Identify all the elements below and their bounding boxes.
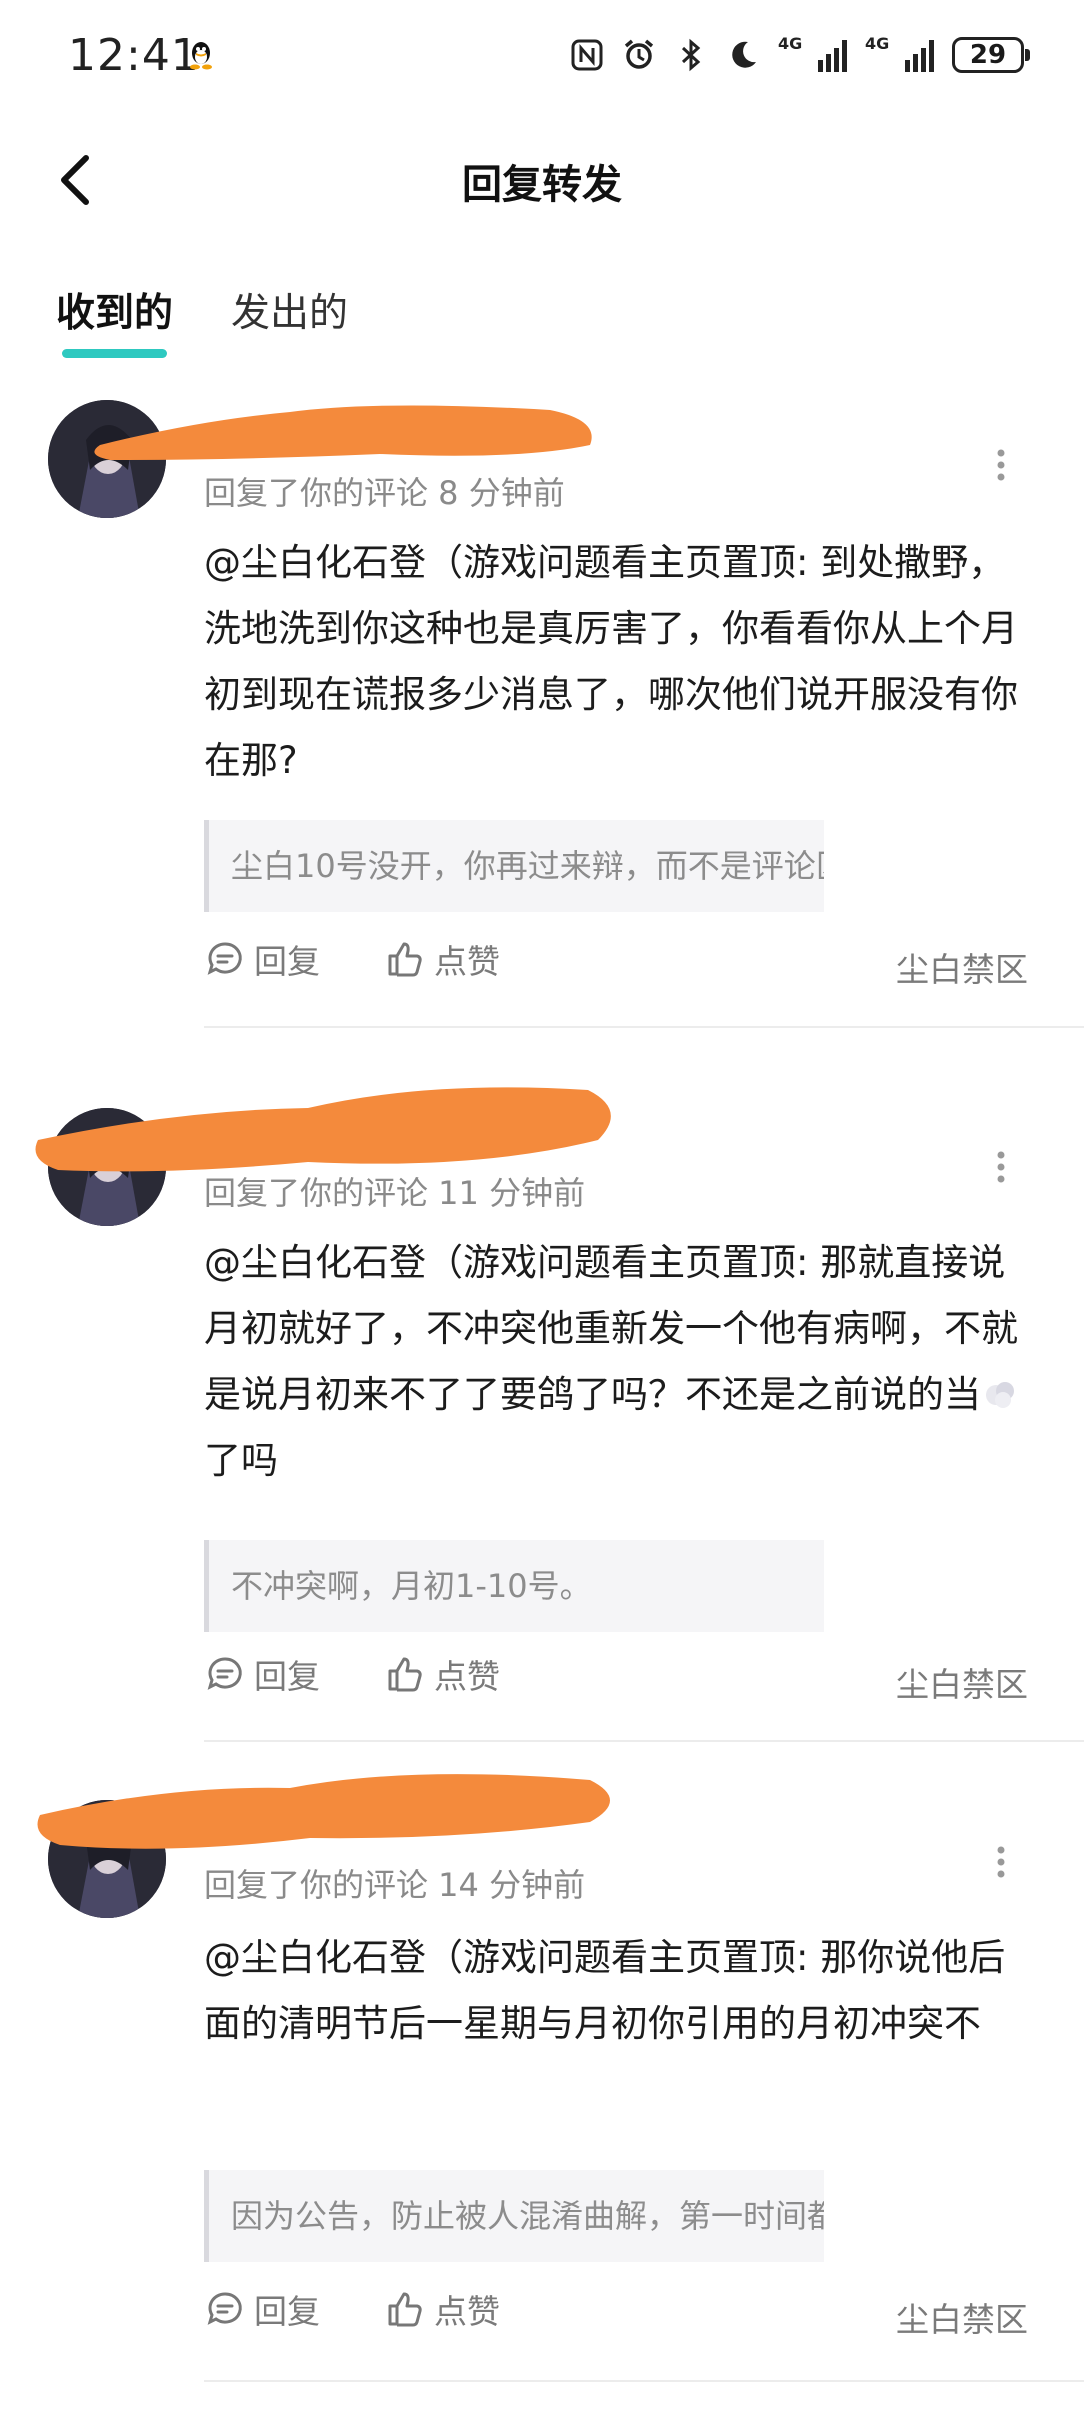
reply-label: 回复 (254, 2292, 320, 2331)
like-label: 点赞 (434, 1657, 500, 1696)
reply-content-text: @尘白化石登（游戏问题看主页置顶: 那就直接说月初就好了，不冲突他重新发一个他有… (204, 1241, 1018, 1416)
tab-bar: 收到的 发出的 (56, 282, 348, 358)
thumbs-up-icon (388, 942, 422, 977)
network-type-2: 4G (865, 34, 890, 53)
reply-label: 回复 (254, 942, 320, 981)
reply-content: @尘白化石登（游戏问题看主页置顶: 那就直接说月初就好了，不冲突他重新发一个他有… (204, 1230, 1024, 1494)
qq-penguin-icon (190, 42, 212, 70)
thumbs-up-icon (388, 1657, 422, 1692)
status-bar: 12:41 4G 4G 29 (0, 0, 1084, 110)
battery-level: 29 (969, 40, 1007, 70)
page-title: 回复转发 (462, 162, 622, 208)
redaction-scribble (37, 1774, 610, 1849)
reply-meta: 回复了你的评论 8 分钟前 (204, 474, 565, 512)
reply-button[interactable]: 回复 (204, 1650, 320, 1698)
reply-meta: 回复了你的评论 11 分钟前 (204, 1174, 586, 1212)
reply-content: @尘白化石登（游戏问题看主页置顶: 那你说他后面的清明节后一星期与月初你引用的月… (204, 1936, 1006, 2045)
nfc-icon (571, 39, 603, 71)
reply-item[interactable]: 回复了你的评论 11 分钟前 @尘白化石登（游戏问题看主页置顶: 那就直接说月初… (0, 1080, 1084, 1742)
action-bar: 回复 点赞 尘白禁区 (204, 2285, 1028, 2345)
source-label[interactable]: 尘白禁区 (896, 2293, 1028, 2341)
status-icons: 4G 4G 29 (570, 30, 1030, 80)
battery-icon: 29 (952, 37, 1030, 73)
divider (204, 1026, 1084, 1028)
comment-icon (207, 1657, 242, 1690)
like-label: 点赞 (434, 2292, 500, 2331)
reply-button[interactable]: 回复 (204, 2285, 320, 2333)
comment-icon (207, 2292, 242, 2325)
reply-meta: 回复了你的评论 14 分钟前 (204, 1866, 586, 1904)
action-bar: 回复 点赞 尘白禁区 (204, 1650, 1028, 1710)
source-label[interactable]: 尘白禁区 (896, 943, 1028, 991)
action-bar: 回复 点赞 尘白禁区 (204, 935, 1028, 995)
signal-2-icon: 4G (865, 34, 934, 72)
tab-sent[interactable]: 发出的 (231, 282, 348, 352)
reply-item[interactable]: 回复了你的评论 8 分钟前 @尘白化石登（游戏问题看主页置顶: 到处撒野，洗地洗… (0, 390, 1084, 1030)
like-button[interactable]: 点赞 (384, 2285, 500, 2333)
source-label[interactable]: 尘白禁区 (896, 1658, 1028, 1706)
tab-received[interactable]: 收到的 (56, 282, 173, 358)
like-label: 点赞 (434, 942, 500, 981)
more-options-icon[interactable] (996, 1845, 1006, 1879)
redaction-scribble (94, 405, 592, 460)
status-time: 12:41 (68, 30, 200, 81)
quoted-comment[interactable]: 因为公告，防止被人混淆曲解，第一时间都是... (204, 2170, 824, 2262)
more-options-icon[interactable] (996, 1150, 1006, 1184)
reply-item[interactable]: 回复了你的评论 14 分钟前 @尘白化石登（游戏问题看主页置顶: 那你说他后面的… (0, 1760, 1084, 2400)
divider (204, 2380, 1084, 2382)
bluetooth-icon (681, 38, 701, 72)
more-options-icon[interactable] (996, 448, 1006, 482)
reply-label: 回复 (254, 1657, 320, 1696)
like-button[interactable]: 点赞 (384, 935, 500, 983)
reply-button[interactable]: 回复 (204, 935, 320, 983)
emoji-icon (986, 1382, 1014, 1408)
moon-icon (732, 41, 756, 68)
reply-content-text-end: 了吗 (204, 1439, 278, 1482)
like-button[interactable]: 点赞 (384, 1650, 500, 1698)
thumbs-up-icon (388, 2292, 422, 2327)
signal-1-icon: 4G (778, 34, 847, 72)
alarm-icon (624, 39, 654, 69)
reply-content: @尘白化石登（游戏问题看主页置顶: 到处撒野，洗地洗到你这种也是真厉害了，你看看… (204, 541, 1018, 782)
quoted-comment[interactable]: 不冲突啊，月初1-10号。 (204, 1540, 824, 1632)
divider (204, 1740, 1084, 1742)
nav-bar: 回复转发 (0, 130, 1084, 230)
network-type-1: 4G (778, 34, 803, 53)
quoted-comment[interactable]: 尘白10号没开，你再过来辩，而不是评论区到... (204, 820, 824, 912)
comment-icon (207, 942, 242, 975)
